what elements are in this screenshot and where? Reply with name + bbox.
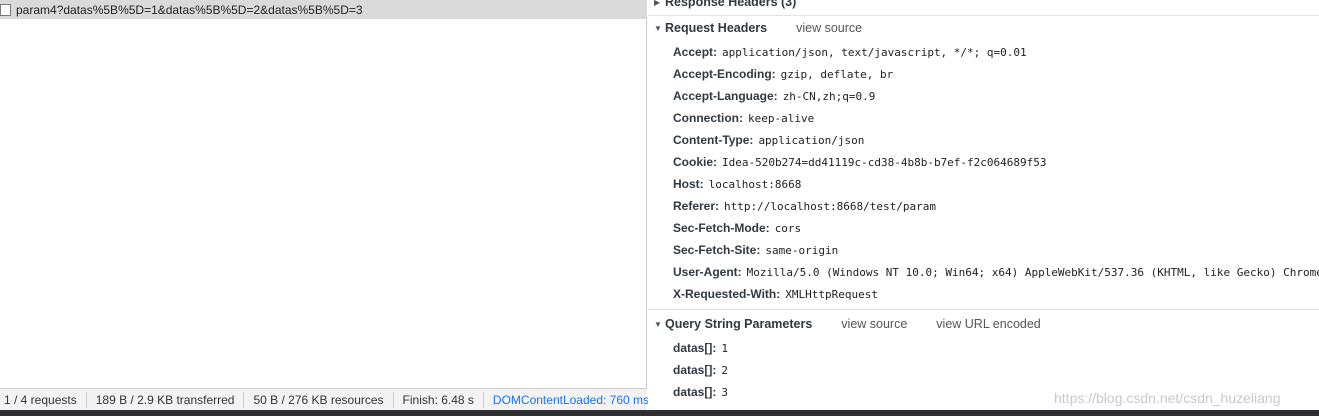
header-row-sec-fetch-mode: Sec-Fetch-Mode: cors [673,219,801,237]
header-name: X-Requested-With: [673,287,781,301]
query-string-section[interactable]: ▼ Query String Parameters view source vi… [654,315,1041,333]
triangle-right-icon[interactable]: ▶ [654,0,664,7]
request-headers-section[interactable]: ▼ Request Headers view source [654,19,862,37]
header-row-cookie: Cookie: Idea-520b274=dd41119c-cd38-4b8b-… [673,153,1047,171]
header-row-content-type: Content-Type: application/json [673,131,864,149]
header-name: User-Agent: [673,265,742,279]
request-name: param4?datas%5B%5D=1&datas%5B%5D=2&datas… [16,2,363,17]
triangle-down-icon[interactable]: ▼ [654,24,664,33]
status-resources: 50 B / 276 KB resources [249,391,394,408]
header-value: Idea-520b274=dd41119c-cd38-4b8b-b7ef-f2c… [722,155,1047,169]
header-value: gzip, deflate, br [780,67,894,81]
header-row-connection: Connection: keep-alive [673,109,814,127]
header-value: same-origin [765,243,839,257]
header-row-user-agent: User-Agent: Mozilla/5.0 (Windows NT 10.0… [673,263,1319,281]
header-name: Accept: [673,45,718,59]
header-value: Mozilla/5.0 (Windows NT 10.0; Win64; x64… [746,265,1319,279]
header-row-host: Host: localhost:8668 [673,175,801,193]
query-param-row: datas[]: 3 [673,383,728,401]
watermark: https://blog.csdn.net/csdn_huzeliang [1054,390,1281,406]
header-row-x-requested-with: X-Requested-With: XMLHttpRequest [673,285,878,303]
header-row-accept: Accept: application/json, text/javascrip… [673,43,1027,61]
triangle-down-icon[interactable]: ▼ [654,320,664,329]
header-name: Cookie: [673,155,718,169]
request-headers-view-source-link[interactable]: view source [796,21,862,35]
status-bar: 1 / 4 requests 189 B / 2.9 KB transferre… [0,388,649,410]
query-view-source-link[interactable]: view source [841,317,907,331]
section-divider [648,15,1319,16]
request-type-icon [0,3,11,16]
header-value: cors [774,221,802,235]
header-row-sec-fetch-site: Sec-Fetch-Site: same-origin [673,241,838,259]
status-dom-content-loaded: DOMContentLoaded: 760 ms [492,392,650,407]
status-transferred: 189 B / 2.9 KB transferred [92,391,245,408]
header-name: Referer: [673,199,720,213]
header-row-referer: Referer: http://localhost:8668/test/para… [673,197,936,215]
header-value: zh-CN,zh;q=0.9 [782,89,876,103]
status-finish: Finish: 6.48 s [399,391,484,408]
status-requests: 1 / 4 requests [0,391,87,408]
header-name: Content-Type: [673,133,754,147]
request-list-pane: param4?datas%5B%5D=1&datas%5B%5D=2&datas… [0,0,649,410]
bottom-strip [0,410,1319,416]
response-headers-section[interactable]: ▶ Response Headers (3) [654,0,796,11]
response-headers-title: Response Headers (3) [665,0,797,9]
header-name: Sec-Fetch-Site: [673,243,761,257]
header-value: keep-alive [748,111,815,125]
param-value: 2 [721,363,728,377]
header-value: localhost:8668 [708,177,802,191]
devtools-network-panel: param4?datas%5B%5D=1&datas%5B%5D=2&datas… [0,0,1319,416]
request-row[interactable]: param4?datas%5B%5D=1&datas%5B%5D=2&datas… [0,0,647,19]
header-name: Accept-Language: [673,89,778,103]
header-name: Host: [673,177,704,191]
header-value: application/json, text/javascript, */*; … [722,45,1027,59]
header-name: Accept-Encoding: [673,67,776,81]
header-name: Sec-Fetch-Mode: [673,221,770,235]
query-string-title: Query String Parameters [665,317,813,331]
param-value: 3 [721,385,728,399]
param-name: datas[]: [673,341,717,355]
headers-pane: ▶ Response Headers (3) ▼ Request Headers… [648,0,1319,410]
header-row-accept-language: Accept-Language: zh-CN,zh;q=0.9 [673,87,875,105]
query-param-row: datas[]: 2 [673,361,728,379]
param-name: datas[]: [673,363,717,377]
header-value: http://localhost:8668/test/param [724,199,936,213]
header-name: Connection: [673,111,743,125]
header-value: XMLHttpRequest [785,287,878,301]
section-divider [648,309,1319,310]
param-name: datas[]: [673,385,717,399]
header-value: application/json [758,133,865,147]
query-param-row: datas[]: 1 [673,339,728,357]
query-view-url-encoded-link[interactable]: view URL encoded [936,317,1040,331]
param-value: 1 [721,341,728,355]
header-row-accept-encoding: Accept-Encoding: gzip, deflate, br [673,65,893,83]
request-headers-title: Request Headers [665,21,768,35]
